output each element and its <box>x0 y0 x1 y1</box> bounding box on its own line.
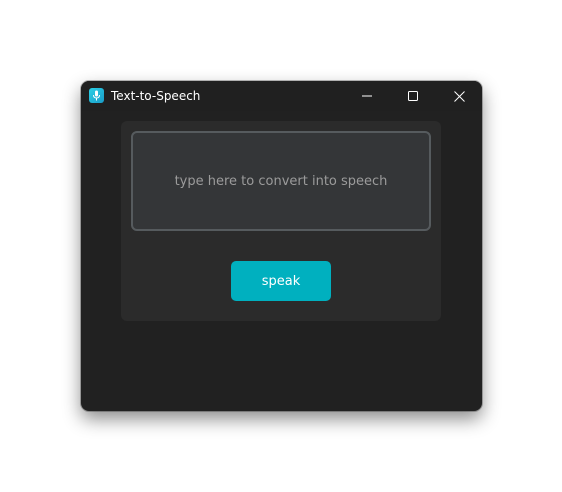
close-button[interactable] <box>436 81 482 111</box>
maximize-icon <box>408 91 418 101</box>
speech-text-input[interactable]: type here to convert into speech <box>131 131 431 231</box>
close-icon <box>453 90 465 102</box>
minimize-button[interactable] <box>344 81 390 111</box>
app-window: Text-to-Speech type here to convert into… <box>81 81 482 411</box>
microphone-icon <box>89 88 104 103</box>
text-input-placeholder: type here to convert into speech <box>174 173 388 189</box>
minimize-icon <box>362 95 372 97</box>
speak-button[interactable]: speak <box>231 261 331 301</box>
title-bar[interactable]: Text-to-Speech <box>81 81 482 111</box>
maximize-button[interactable] <box>390 81 436 111</box>
window-title: Text-to-Speech <box>111 89 201 103</box>
main-frame: type here to convert into speech speak <box>121 121 441 321</box>
